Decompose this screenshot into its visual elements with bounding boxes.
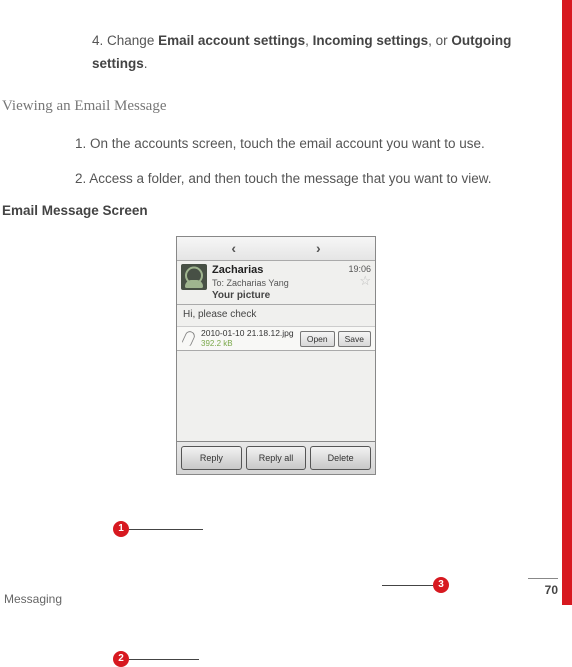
save-button[interactable]: Save — [338, 331, 371, 347]
step-1: 1. On the accounts screen, touch the ema… — [0, 133, 552, 156]
callout-2: 2 — [113, 651, 129, 667]
attachment-size: 392.2 kB — [201, 339, 300, 348]
open-button[interactable]: Open — [300, 331, 335, 347]
subject-line: Your picture — [212, 290, 348, 303]
paperclip-icon — [181, 331, 197, 347]
phone-screen: ‹ › Zacharias To: Zacharias Yang Your pi… — [176, 236, 376, 475]
right-stripe — [562, 0, 572, 605]
to-line: To: Zacharias Yang — [212, 278, 348, 289]
step-4-bold-2: Incoming settings — [313, 33, 429, 48]
subheading: Email Message Screen — [2, 203, 552, 218]
step-4-post: . — [144, 56, 148, 71]
nav-bar: ‹ › — [177, 237, 375, 261]
reply-button[interactable]: Reply — [181, 446, 242, 470]
next-message-button[interactable]: › — [316, 240, 321, 256]
message-body: Hi, please check — [177, 305, 375, 326]
star-icon[interactable]: ☆ — [348, 274, 371, 287]
attachment-buttons: Open Save — [300, 331, 371, 347]
page-number: 70 — [528, 578, 558, 597]
step-4-sep1: , — [305, 33, 313, 48]
step-2: 2. Access a folder, and then touch the m… — [0, 168, 552, 191]
avatar-icon — [181, 264, 207, 290]
attachment-filename: 2010-01-10 21.18.12.jpg — [201, 329, 300, 339]
time-column: 19:06 ☆ — [348, 264, 371, 287]
phone-screenshot-wrap: 1 2 3 ‹ › Zacharias To: Zacharias Yang Y… — [0, 236, 552, 475]
callout-1: 1 — [113, 521, 129, 537]
callout-3: 3 — [433, 577, 449, 593]
message-header: Zacharias To: Zacharias Yang Your pictur… — [177, 261, 375, 305]
step-4-bold-1: Email account settings — [158, 33, 305, 48]
prev-message-button[interactable]: ‹ — [231, 240, 236, 256]
sender-name: Zacharias — [212, 264, 348, 278]
callout-1-line — [129, 529, 203, 530]
attachment-row: 2010-01-10 21.18.12.jpg 392.2 kB Open Sa… — [177, 326, 375, 351]
header-text: Zacharias To: Zacharias Yang Your pictur… — [212, 264, 348, 303]
footer-section: Messaging — [4, 592, 62, 606]
step-4-text-pre: Change — [107, 33, 158, 48]
delete-button[interactable]: Delete — [310, 446, 371, 470]
step-4-number: 4. — [92, 33, 103, 48]
section-title: Viewing an Email Message — [0, 98, 552, 115]
callout-2-line — [129, 659, 199, 660]
attachment-text: 2010-01-10 21.18.12.jpg 392.2 kB — [201, 329, 300, 348]
callout-3-line — [382, 585, 433, 586]
step-4-sep2: , or — [428, 33, 451, 48]
reply-all-button[interactable]: Reply all — [246, 446, 307, 470]
bottom-bar: Reply Reply all Delete — [177, 441, 375, 474]
body-spacer — [177, 351, 375, 441]
step-4: 4. Change Email account settings, Incomi… — [0, 30, 552, 76]
